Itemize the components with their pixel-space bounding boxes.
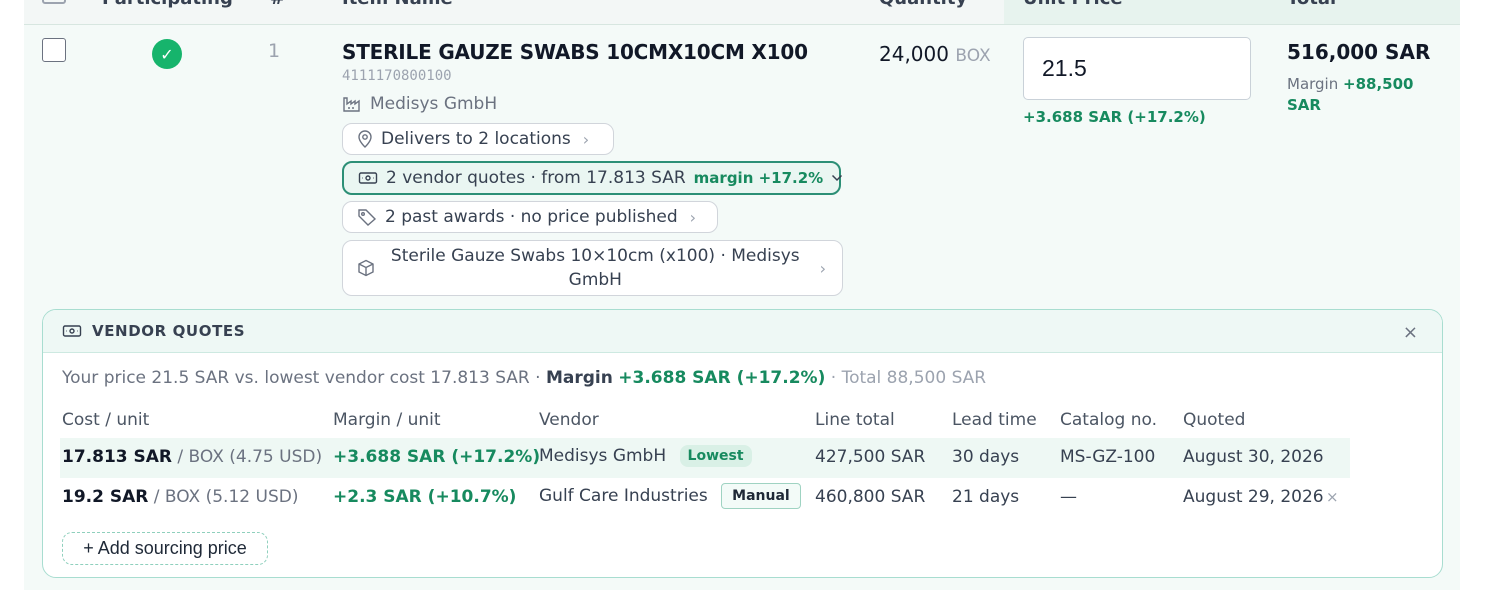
manual-badge: Manual bbox=[721, 483, 801, 509]
summary-margin-value: +3.688 SAR (+17.2%) bbox=[618, 368, 826, 388]
quote-vendor: Medisys GmbH Lowest bbox=[539, 445, 752, 467]
quote-vendor-name: Medisys GmbH bbox=[539, 446, 667, 466]
quote-cost: 19.2 SAR / BOX (5.12 USD) bbox=[62, 487, 298, 507]
location-pin-icon bbox=[357, 130, 373, 148]
header-quantity[interactable]: Quantity bbox=[879, 0, 967, 9]
item-code: 4111170800100 bbox=[342, 68, 452, 84]
quote-cost: 17.813 SAR / BOX (4.75 USD) bbox=[62, 447, 322, 467]
quote-cost-value: 19.2 SAR bbox=[62, 487, 149, 507]
delivers-label: Delivers to 2 locations bbox=[381, 129, 571, 149]
past-awards-chip[interactable]: 2 past awards · no price published › bbox=[342, 201, 718, 233]
remove-quote-icon[interactable]: × bbox=[1326, 488, 1339, 506]
past-awards-label: 2 past awards · no price published bbox=[385, 207, 678, 227]
unit-price-margin: +3.688 SAR (+17.2%) bbox=[1023, 108, 1206, 126]
tag-icon bbox=[357, 208, 377, 226]
quote-cost-unit: / BOX bbox=[153, 487, 201, 507]
chevron-down-icon bbox=[831, 174, 843, 182]
catalog-product-chip[interactable]: Sterile Gauze Swabs 10×10cm (x100) · Med… bbox=[342, 240, 843, 296]
cash-icon bbox=[62, 324, 82, 338]
quote-catalog: — bbox=[1060, 487, 1077, 507]
quote-vendor: Gulf Care Industries Manual bbox=[539, 483, 801, 509]
quote-catalog: MS-GZ-100 bbox=[1060, 447, 1156, 467]
header-number[interactable]: # bbox=[270, 0, 285, 9]
chevron-right-icon: › bbox=[819, 258, 826, 278]
participating-check-icon[interactable]: ✓ bbox=[152, 39, 182, 69]
summary-total: · Total 88,500 SAR bbox=[830, 368, 987, 388]
header-item-name[interactable]: Item Name bbox=[342, 0, 453, 9]
quote-margin: +2.3 SAR (+10.7%) bbox=[333, 487, 517, 507]
delivers-locations-chip[interactable]: Delivers to 2 locations › bbox=[342, 123, 614, 155]
vendor-quotes-panel-header: VENDOR QUOTES bbox=[43, 310, 1442, 353]
unit-price-input[interactable] bbox=[1023, 37, 1251, 100]
header-total[interactable]: Total bbox=[1287, 0, 1336, 9]
quantity-unit: BOX bbox=[955, 46, 991, 66]
quote-cost-unit: / BOX bbox=[177, 447, 224, 467]
table-header: Participating # Item Name Quantity Unit … bbox=[24, 0, 1460, 25]
quote-line-total: 460,800 SAR bbox=[815, 487, 926, 507]
quote-row[interactable]: 19.2 SAR / BOX (5.12 USD) +2.3 SAR (+10.… bbox=[60, 478, 1350, 518]
vendor-quotes-title: VENDOR QUOTES bbox=[92, 322, 246, 340]
close-icon[interactable]: × bbox=[1403, 322, 1418, 343]
quote-cost-usd: (4.75 USD) bbox=[229, 447, 323, 467]
vendor-quotes-label: 2 vendor quotes · from 17.813 SAR bbox=[386, 168, 686, 188]
column-vendor: Vendor bbox=[539, 410, 599, 430]
chevron-right-icon: › bbox=[582, 129, 590, 149]
vendor-quotes-panel: VENDOR QUOTES × Your price 21.5 SAR vs. … bbox=[42, 309, 1443, 578]
catalog-product-label: Sterile Gauze Swabs 10×10cm (x100) · Med… bbox=[390, 246, 800, 290]
add-sourcing-price-button[interactable]: + Add sourcing price bbox=[62, 532, 268, 565]
column-quoted: Quoted bbox=[1183, 410, 1246, 430]
column-catalog: Catalog no. bbox=[1060, 410, 1157, 430]
chevron-right-icon: › bbox=[689, 207, 697, 227]
lowest-badge: Lowest bbox=[679, 445, 752, 467]
header-participating[interactable]: Participating bbox=[102, 0, 233, 9]
quote-cost-usd: (5.12 USD) bbox=[205, 487, 299, 507]
column-line-total: Line total bbox=[815, 410, 895, 430]
vendor-quotes-margin: margin +17.2% bbox=[693, 169, 824, 187]
quote-lead-time: 30 days bbox=[952, 447, 1020, 467]
price-summary: Your price 21.5 SAR vs. lowest vendor co… bbox=[62, 368, 986, 388]
total-margin: Margin +88,500 SAR bbox=[1287, 74, 1437, 116]
column-margin: Margin / unit bbox=[333, 410, 441, 430]
total-value: 516,000 SAR bbox=[1287, 40, 1431, 64]
summary-lead: Your price 21.5 SAR vs. lowest vendor co… bbox=[62, 368, 541, 388]
column-lead-time: Lead time bbox=[952, 410, 1037, 430]
vendor-quotes-chip[interactable]: 2 vendor quotes · from 17.813 SAR margin… bbox=[342, 161, 843, 195]
cash-icon bbox=[358, 171, 378, 185]
quote-row[interactable]: 17.813 SAR / BOX (4.75 USD) +3.688 SAR (… bbox=[60, 438, 1350, 478]
summary-margin-label: Margin bbox=[545, 368, 613, 388]
package-icon bbox=[357, 259, 375, 277]
quote-date: August 30, 2026 bbox=[1183, 447, 1324, 467]
item-vendor: Medisys GmbH bbox=[342, 94, 497, 114]
quote-line-total: 427,500 SAR bbox=[815, 447, 926, 467]
header-unit-price[interactable]: Unit Price bbox=[1023, 0, 1123, 9]
select-all-checkbox[interactable] bbox=[42, 0, 66, 4]
item-vendor-name: Medisys GmbH bbox=[370, 94, 498, 114]
quote-margin: +3.688 SAR (+17.2%) bbox=[333, 447, 541, 467]
quote-date: August 29, 2026 bbox=[1183, 487, 1324, 507]
row-checkbox[interactable] bbox=[42, 38, 66, 62]
quantity-value: 24,000 bbox=[879, 42, 949, 66]
factory-icon bbox=[342, 95, 362, 113]
item-title: STERILE GAUZE SWABS 10CMX10CM X100 bbox=[342, 40, 808, 64]
total-margin-label: Margin bbox=[1287, 75, 1339, 93]
quote-lead-time: 21 days bbox=[952, 487, 1020, 507]
quote-cost-value: 17.813 SAR bbox=[62, 447, 173, 467]
quantity-cell: 24,000 BOX bbox=[879, 42, 991, 66]
quote-vendor-name: Gulf Care Industries bbox=[539, 486, 708, 506]
column-cost: Cost / unit bbox=[62, 410, 150, 430]
row-number: 1 bbox=[268, 40, 281, 62]
